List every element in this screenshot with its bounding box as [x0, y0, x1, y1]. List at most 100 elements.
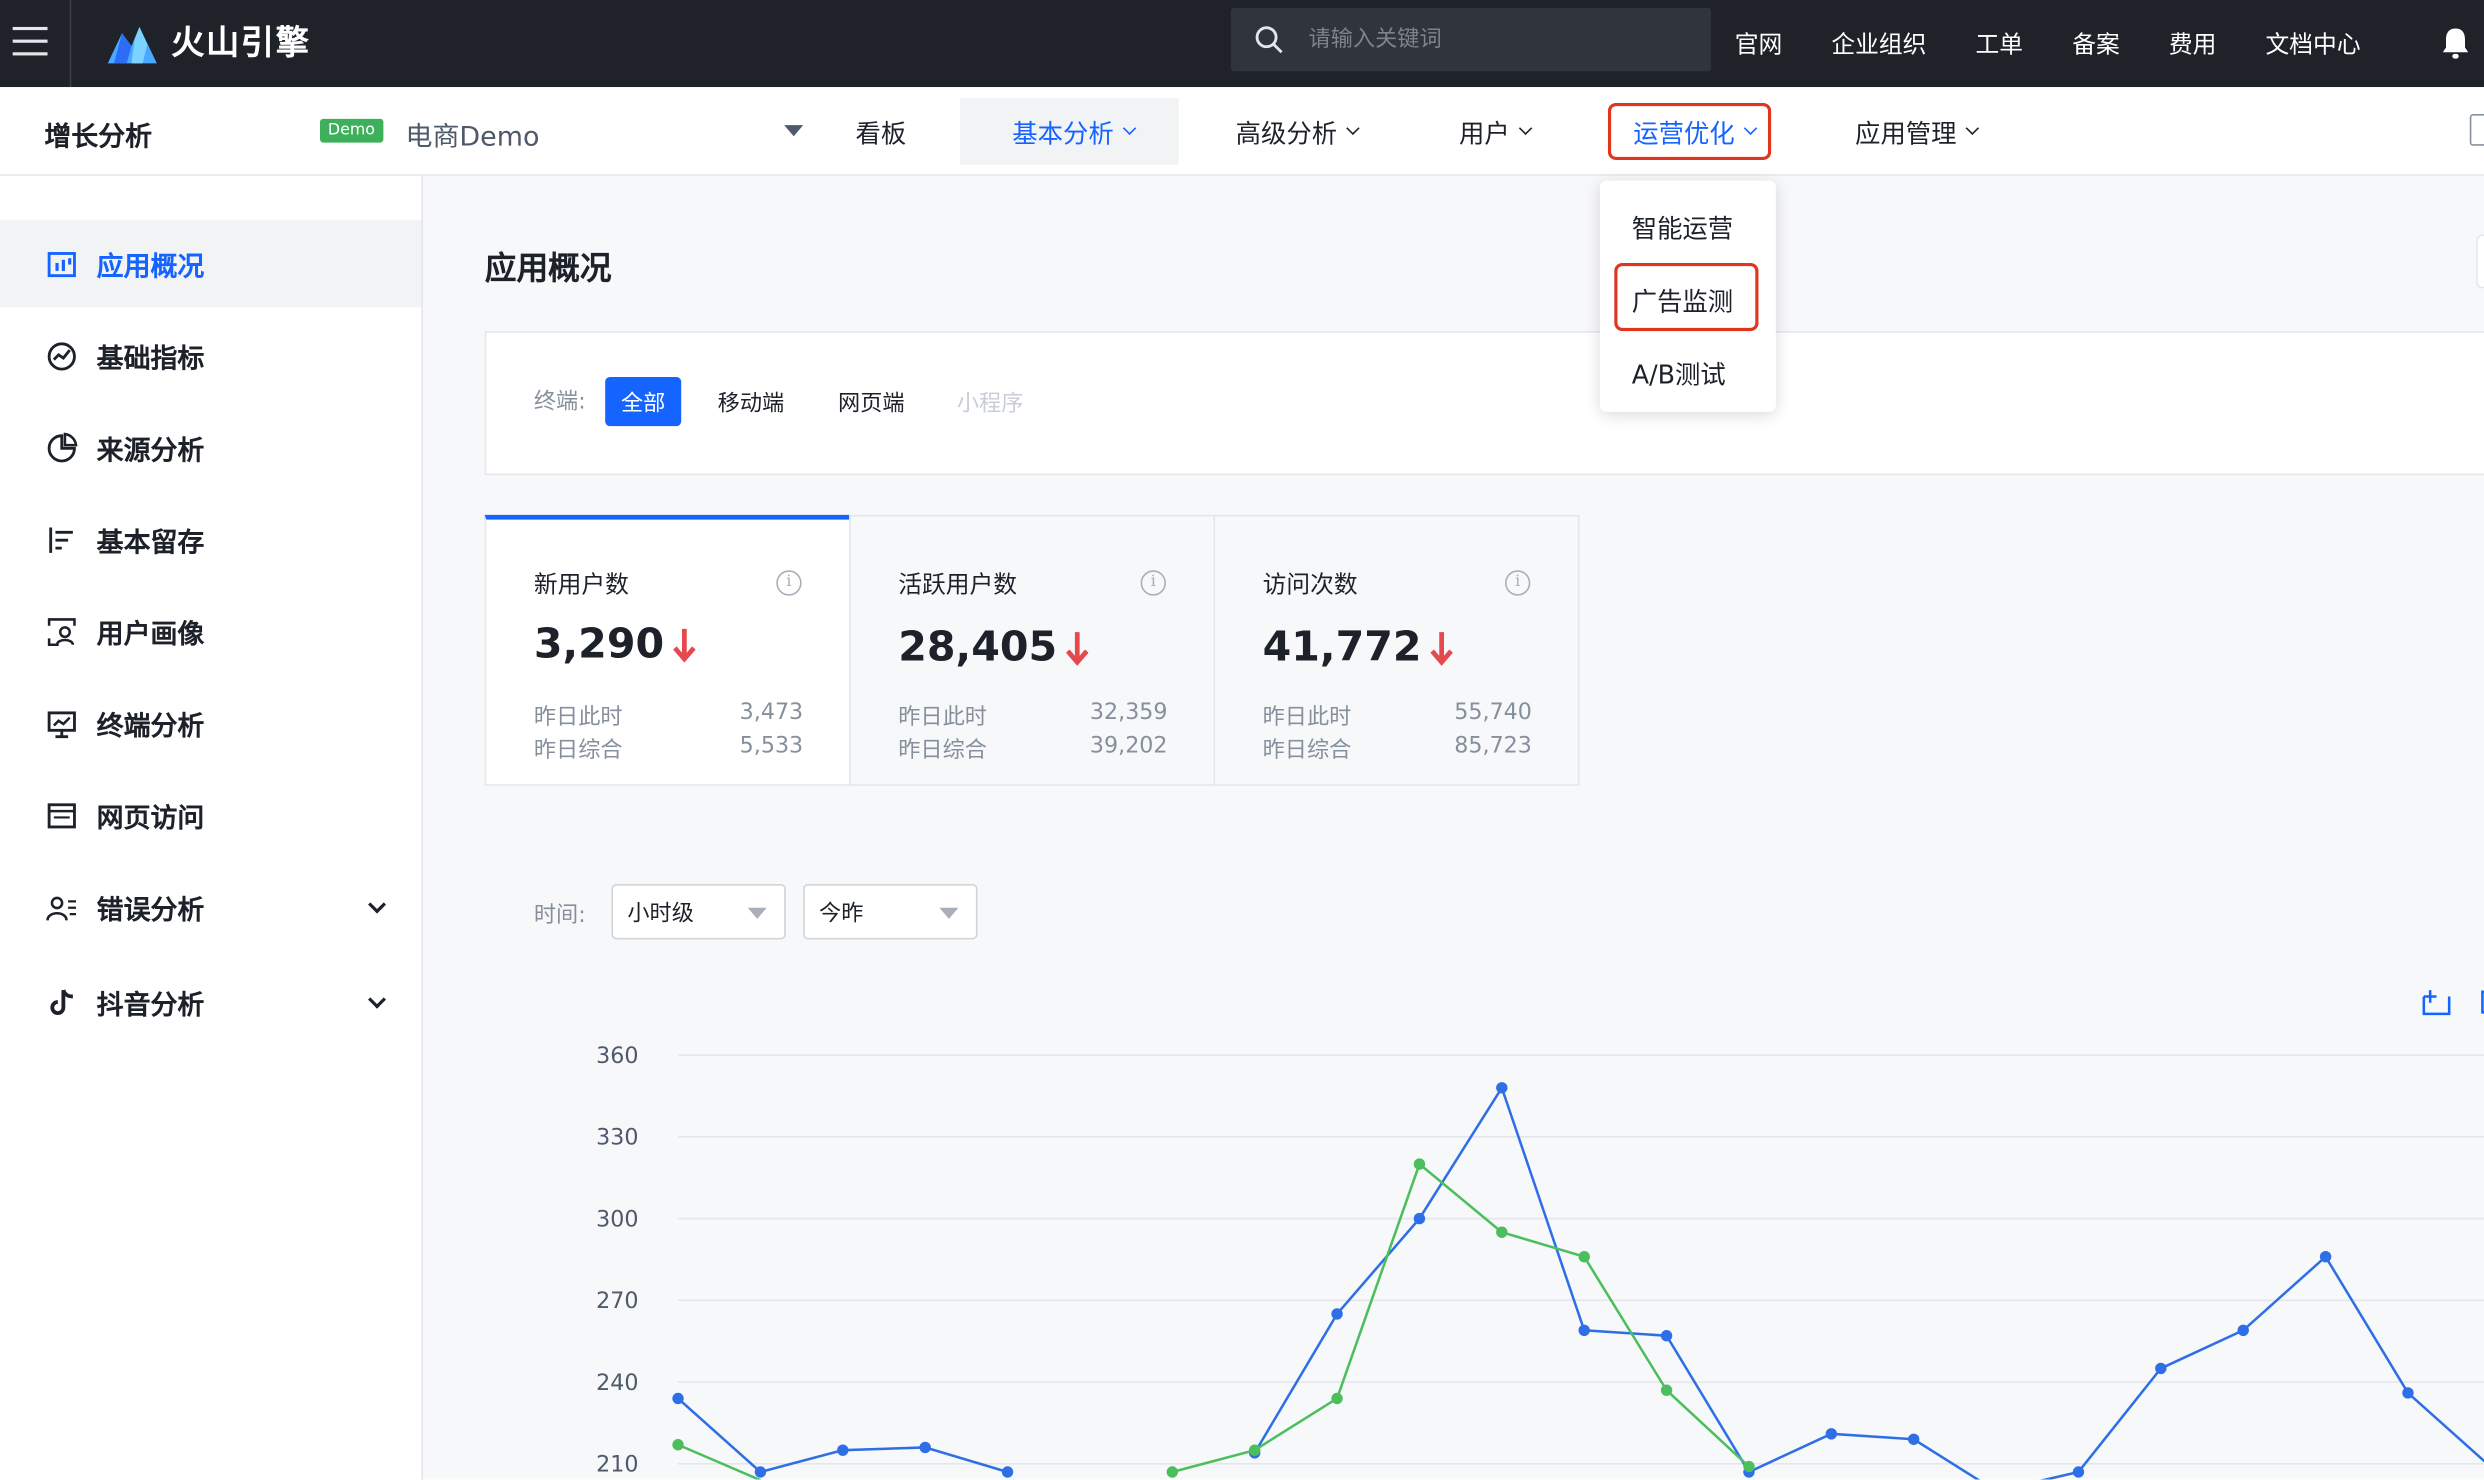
sidebar-item-retention[interactable]: 基本留存 [0, 496, 421, 583]
data-point-series-0[interactable] [1001, 1466, 1014, 1478]
menu-item-ab-testing[interactable]: A/B测试 [1632, 353, 1726, 391]
granularity-value: 小时级 [627, 900, 694, 926]
chevron-down-icon [1518, 121, 1533, 136]
data-point-series-0[interactable] [672, 1392, 684, 1405]
nav-dashboard[interactable]: 看板 [855, 98, 906, 165]
link-ticket[interactable]: 工单 [1976, 27, 2024, 60]
data-point-series-0[interactable] [1331, 1308, 1343, 1320]
data-point-series-0[interactable] [2155, 1362, 2167, 1375]
data-point-series-0[interactable] [1496, 1082, 1508, 1094]
sidebar-item-user-portrait[interactable]: 用户画像 [0, 588, 421, 675]
data-point-series-0[interactable] [2072, 1466, 2085, 1478]
row-value: 85,723 [1454, 733, 1532, 759]
link-billing[interactable]: 费用 [2169, 27, 2217, 60]
row-value: 55,740 [1454, 700, 1532, 726]
menu-item-smart-operations[interactable]: 智能运营 [1632, 208, 1733, 246]
data-point-series-1[interactable] [1248, 1444, 1261, 1456]
bell-icon[interactable] [2440, 25, 2472, 60]
chevron-down-icon [1346, 121, 1360, 136]
compare-select[interactable]: 今昨 [803, 883, 978, 940]
nav-dashboard-label: 看板 [855, 118, 907, 149]
restore-icon[interactable] [2478, 989, 2484, 1016]
info-icon[interactable]: i [1140, 570, 1166, 596]
terminal-label: 终端: [533, 389, 586, 416]
chevron-down-icon[interactable] [368, 895, 387, 914]
demo-badge: Demo [320, 118, 383, 143]
menu-item-ad-monitoring[interactable]: 广告监测 [1632, 280, 1733, 318]
data-point-series-0[interactable] [1660, 1330, 1673, 1342]
metric-value-text: 3,290 [533, 621, 665, 669]
info-icon[interactable]: i [776, 570, 802, 596]
arrow-down-icon [1066, 632, 1089, 666]
terminal-chip-web[interactable]: 网页端 [822, 377, 920, 426]
data-point-series-1[interactable] [1166, 1466, 1179, 1478]
link-docs[interactable]: 文档中心 [2266, 27, 2361, 60]
row-value: 3,473 [739, 700, 804, 726]
link-official-site[interactable]: 官网 [1735, 27, 1783, 60]
data-point-series-0[interactable] [2402, 1387, 2414, 1399]
hamburger-menu-icon[interactable] [12, 26, 48, 59]
data-point-series-0[interactable] [1825, 1428, 1838, 1440]
metric-card-new-users[interactable]: 新用户数 i 3,290 昨日此时 3,473 昨日综合 5,533 [484, 514, 851, 786]
sidebar-item-terminal-analysis[interactable]: 终端分析 [0, 680, 421, 767]
sidebar-item-web-visits[interactable]: 网页访问 [0, 772, 421, 859]
data-point-series-0[interactable] [2237, 1324, 2249, 1336]
metric-label: 活跃用户数 [898, 570, 1018, 599]
sidebar: 应用概况 基础指标 来源分析 基本留存 用户画像 终端分析 网页访问 错误分析 [0, 175, 423, 1480]
nav-app-management[interactable]: 应用管理 [1855, 98, 1980, 165]
nav-basic-analysis[interactable]: 基本分析 [960, 98, 1179, 165]
sidebar-item-label: 错误分析 [96, 895, 205, 927]
row-label: 昨日此时 [898, 704, 987, 731]
date-picker-edge[interactable] [2476, 234, 2484, 289]
data-point-series-0[interactable] [1578, 1324, 1590, 1336]
logo[interactable]: 火山引擎 [105, 16, 311, 67]
terminal-chip-mobile[interactable]: 移动端 [702, 377, 800, 426]
sidebar-item-error-analysis[interactable]: 错误分析 [0, 863, 421, 950]
data-point-series-1[interactable] [1496, 1226, 1508, 1238]
link-filing[interactable]: 备案 [2072, 27, 2120, 60]
data-point-series-0[interactable] [919, 1441, 931, 1454]
nav-advanced-analysis-label: 高级分析 [1235, 118, 1338, 149]
topbar-links: 官网 企业组织 工单 备案 费用 文档中心 [1735, 0, 2410, 87]
chevron-down-icon[interactable] [368, 990, 387, 1009]
document-icon[interactable] [2469, 114, 2484, 146]
data-point-series-0[interactable] [754, 1466, 767, 1478]
nav-users[interactable]: 用户 [1459, 98, 1533, 165]
brand-name: 火山引擎 [171, 23, 311, 62]
granularity-select[interactable]: 小时级 [611, 883, 786, 940]
caret-down-icon [747, 907, 767, 919]
terminal-chip-all[interactable]: 全部 [605, 377, 682, 427]
data-point-series-1[interactable] [1578, 1251, 1590, 1263]
search-input[interactable] [1308, 26, 1673, 53]
data-point-series-1[interactable] [1743, 1460, 1755, 1473]
data-point-series-0[interactable] [2319, 1251, 2332, 1263]
sidebar-item-label: 用户画像 [96, 619, 205, 652]
metric-card-active-users[interactable]: 活跃用户数 i 28,405 昨日此时 32,359 昨日综合 39,202 [849, 514, 1216, 786]
yesterday-now-row: 昨日此时 32,359 [898, 700, 1167, 732]
data-point-series-1[interactable] [1331, 1392, 1343, 1405]
info-icon[interactable]: i [1504, 570, 1531, 596]
data-point-series-1[interactable] [672, 1439, 684, 1451]
app-selector[interactable]: 电商Demo [406, 114, 540, 154]
metric-card-visits[interactable]: 访问次数 i 41,772 昨日此时 55,740 昨日综合 85,723 [1213, 514, 1580, 786]
area-zoom-icon[interactable] [2422, 989, 2451, 1016]
data-point-series-0[interactable] [1908, 1433, 1920, 1445]
yesterday-total-row: 昨日综合 5,533 [534, 733, 803, 765]
caret-down-icon[interactable] [784, 125, 804, 137]
page-title: 应用概况 [484, 248, 612, 287]
data-point-series-1[interactable] [1413, 1158, 1426, 1170]
data-point-series-0[interactable] [837, 1444, 849, 1456]
data-point-series-1[interactable] [1660, 1384, 1673, 1396]
link-enterprise-org[interactable]: 企业组织 [1831, 27, 1926, 60]
metrics-icon [44, 338, 79, 373]
row-label: 昨日综合 [898, 738, 987, 764]
data-point-series-0[interactable] [1413, 1212, 1426, 1225]
sidebar-item-douyin-analysis[interactable]: 抖音分析 [0, 958, 421, 1045]
sidebar-item-basic-metrics[interactable]: 基础指标 [0, 312, 421, 399]
product-title: 增长分析 [44, 121, 153, 154]
search-box[interactable] [1230, 7, 1711, 72]
sidebar-item-source-analysis[interactable]: 来源分析 [0, 404, 421, 491]
nav-advanced-analysis[interactable]: 高级分析 [1235, 98, 1360, 165]
nav-operations[interactable]: 运营优化 [1607, 102, 1772, 161]
sidebar-item-overview[interactable]: 应用概况 [0, 220, 422, 308]
